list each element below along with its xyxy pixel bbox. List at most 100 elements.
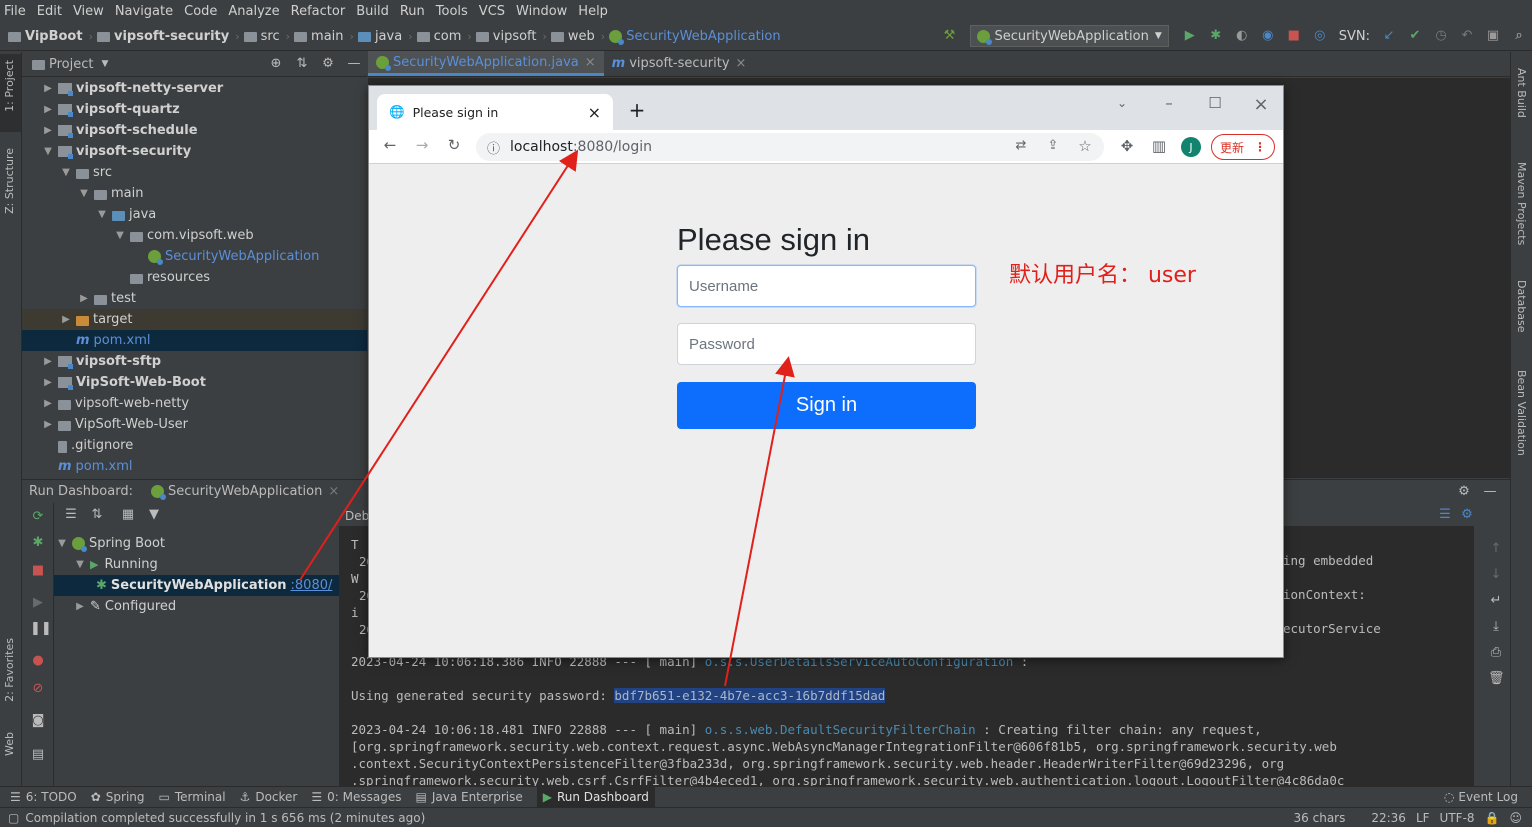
project-tree-item[interactable]: ▶ VipSoft-Web-User (22, 414, 367, 435)
build-hammer-icon[interactable]: ⚒ (941, 28, 957, 44)
layout-icon[interactable]: ▤ (30, 747, 46, 763)
chevron-right-icon[interactable]: ▶ (42, 356, 54, 367)
project-tree-item[interactable]: m pom.xml (22, 456, 367, 477)
extensions-icon[interactable]: ✥ (1117, 137, 1137, 155)
menu-item-edit[interactable]: Edit (37, 4, 62, 19)
run-configuration-select[interactable]: SecurityWebApplication ▼ (970, 25, 1169, 47)
stop-icon[interactable]: ■ (1286, 28, 1302, 44)
menu-item-tools[interactable]: Tools (436, 4, 468, 19)
web-tool-tab[interactable]: Web (3, 732, 16, 756)
chevron-down-icon[interactable]: ▼ (96, 209, 108, 220)
coverage-icon[interactable]: ◐ (1234, 28, 1250, 44)
close-icon[interactable]: × (736, 56, 747, 71)
run-icon[interactable]: ▶ (1182, 28, 1198, 44)
run-dashboard-item[interactable]: ▼ ▶ Running (54, 554, 339, 575)
run-dashboard-tab[interactable]: SecurityWebApplication (168, 484, 322, 499)
chevron-down-icon[interactable]: ▼ (56, 538, 68, 549)
chevron-right-icon[interactable]: ▶ (42, 125, 54, 136)
chevron-right-icon[interactable]: ▶ (42, 104, 54, 115)
project-tree-item[interactable]: ▶ vipsoft-web-netty (22, 393, 367, 414)
chevron-right-icon[interactable]: ▶ (42, 83, 54, 94)
event-log-tab[interactable]: ◌ Event Log (1444, 790, 1518, 804)
hide-panel-icon[interactable]: — (346, 56, 362, 72)
profile-icon[interactable]: ◉ (1260, 28, 1276, 44)
profile-avatar[interactable]: J (1181, 137, 1201, 157)
bottom-tab-0-messages[interactable]: ☰ 0: Messages (311, 790, 401, 804)
caret-position[interactable]: 22:36 (1371, 811, 1406, 825)
file-encoding[interactable]: UTF-8 (1440, 811, 1475, 825)
back-icon[interactable]: ← (380, 136, 400, 154)
update-button[interactable]: 更新 ⋮ (1211, 134, 1275, 160)
bottom-tab-run-dashboard[interactable]: ▶ Run Dashboard (536, 787, 655, 807)
ant-build-tool-tab[interactable]: Ant Build (1515, 68, 1528, 118)
project-tree-item[interactable]: ▶ vipsoft-netty-server (22, 78, 367, 99)
lock-icon[interactable]: 🔒 (1485, 811, 1500, 825)
svn-update-icon[interactable]: ↙ (1381, 28, 1397, 44)
breadcrumb-item[interactable]: src (243, 29, 280, 44)
layout-icon[interactable]: ☰ (1437, 507, 1453, 523)
menu-item-help[interactable]: Help (578, 4, 608, 19)
camera-icon[interactable]: ◙ (30, 713, 46, 729)
browser-tab[interactable]: 🌐 Please sign in × (377, 94, 613, 130)
project-tree-item[interactable]: m pom.xml (22, 330, 367, 351)
close-window-icon[interactable]: × (1251, 94, 1271, 115)
project-tree-item[interactable]: ▼ com.vipsoft.web (22, 225, 367, 246)
menu-item-window[interactable]: Window (516, 4, 567, 19)
debug-icon[interactable]: ✱ (1208, 28, 1224, 44)
sign-in-button[interactable]: Sign in (677, 382, 976, 429)
menu-item-run[interactable]: Run (400, 4, 425, 19)
username-input[interactable]: Username (677, 265, 976, 307)
bottom-tab-terminal[interactable]: ▭ Terminal (159, 790, 226, 804)
bottom-tab-docker[interactable]: ⚓ Docker (240, 790, 298, 804)
project-tree-item[interactable]: ▶ test (22, 288, 367, 309)
bookmark-star-icon[interactable]: ☆ (1075, 137, 1095, 155)
maximize-icon[interactable]: ☐ (1205, 94, 1225, 112)
forward-icon[interactable]: → (412, 136, 432, 154)
project-tree-item[interactable]: SecurityWebApplication (22, 246, 367, 267)
run-dashboard-item[interactable]: ▼ Spring Boot (54, 533, 339, 554)
menu-item-vcs[interactable]: VCS (479, 4, 505, 19)
address-bar[interactable]: ⓘ localhost:8080/login ⇄ ⇪ ☆ (476, 133, 1104, 161)
hide-panel-icon[interactable]: — (1482, 484, 1498, 500)
project-tool-tab[interactable]: 1: Project (3, 60, 16, 112)
project-structure-icon[interactable]: ▣ (1485, 28, 1501, 44)
new-tab-icon[interactable]: + (627, 98, 647, 122)
close-icon[interactable]: × (585, 55, 596, 70)
project-tree-item[interactable]: resources (22, 267, 367, 288)
expand-all-icon[interactable]: ☰ (63, 507, 79, 523)
search-everywhere-icon[interactable]: ⌕ (1511, 28, 1527, 44)
project-tree-item[interactable]: ▼ java (22, 204, 367, 225)
menu-item-view[interactable]: View (73, 4, 104, 19)
soft-wrap-icon[interactable]: ↵ (1488, 593, 1504, 609)
bean-validation-tool-tab[interactable]: Bean Validation (1515, 370, 1528, 456)
reload-icon[interactable]: ↻ (444, 136, 464, 154)
chevron-down-icon[interactable]: ▼ (42, 146, 54, 157)
chevron-down-icon[interactable]: ▼ (101, 59, 108, 69)
chevron-down-icon[interactable]: ▼ (114, 230, 126, 241)
run-dashboard-item[interactable]: ✱SecurityWebApplication:8080/✎ (54, 575, 349, 596)
favorites-tool-tab[interactable]: 2: Favorites (3, 638, 16, 702)
info-icon[interactable]: ⓘ (487, 138, 500, 157)
print-icon[interactable]: ⎙ (1488, 645, 1504, 661)
breadcrumb-item[interactable]: web (550, 29, 595, 44)
chevron-down-icon[interactable]: ▼ (60, 167, 72, 178)
resume-icon[interactable]: ▶ (30, 595, 46, 611)
breadcrumb-item[interactable]: vipsoft-security (97, 29, 229, 44)
breadcrumb-item[interactable]: main (294, 29, 344, 44)
close-icon[interactable]: × (328, 484, 339, 499)
history-icon[interactable]: ◷ (1433, 28, 1449, 44)
project-panel-title[interactable]: Project (49, 57, 93, 72)
breadcrumb-item[interactable]: com (416, 29, 461, 44)
project-tree-item[interactable]: ▼ vipsoft-security (22, 141, 367, 162)
bottom-tab-6-todo[interactable]: ☰ 6: TODO (10, 790, 77, 804)
project-tree-item[interactable]: ▶ vipsoft-sftp (22, 351, 367, 372)
group-icon[interactable]: ▦ (120, 507, 136, 523)
project-tree-item[interactable]: ▶ vipsoft-quartz (22, 99, 367, 120)
chevron-right-icon[interactable]: ▶ (42, 419, 54, 430)
pause-icon[interactable]: ❚❚ (30, 621, 52, 637)
project-tree-item[interactable]: ▶ target (22, 309, 367, 330)
gear-icon[interactable]: ⚙ (1456, 484, 1472, 500)
collapse-all-icon[interactable]: ⇅ (294, 56, 310, 72)
breadcrumb-item[interactable]: SecurityWebApplication (609, 29, 781, 45)
close-tab-icon[interactable]: × (588, 103, 601, 122)
